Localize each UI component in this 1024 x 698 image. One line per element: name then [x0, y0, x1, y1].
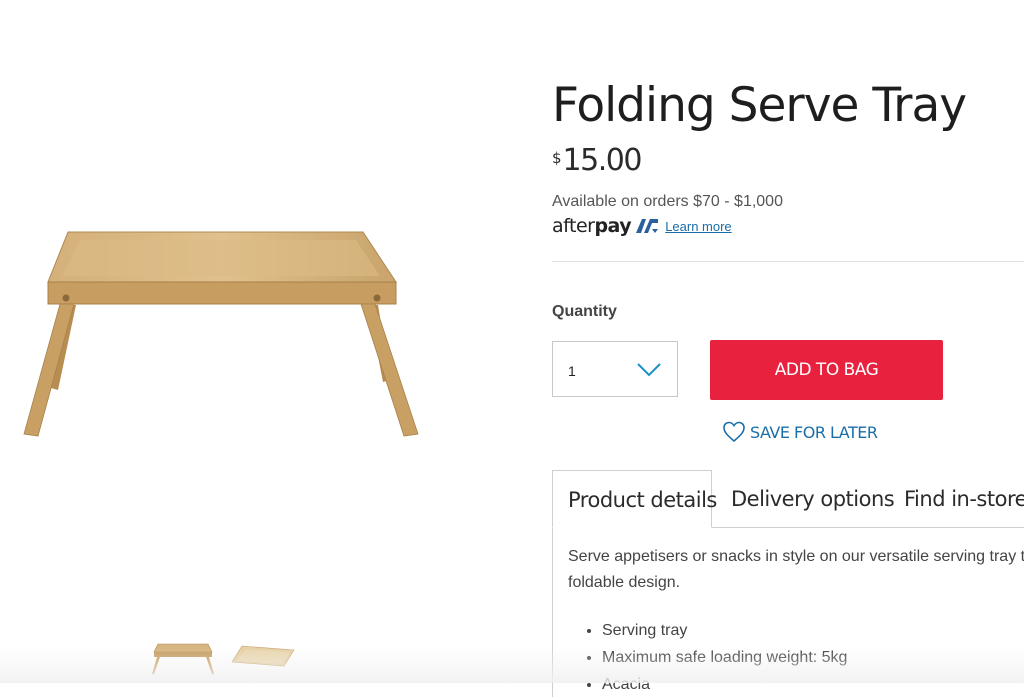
price-value: 15.00	[562, 143, 643, 178]
product-gallery	[0, 0, 520, 683]
currency-symbol: $	[552, 149, 562, 167]
product-title: Folding Serve Tray	[552, 78, 967, 133]
tab-product-details[interactable]: Product details	[552, 470, 717, 528]
tab-delivery-options[interactable]: Delivery options	[731, 470, 895, 528]
quantity-select[interactable]: 1	[552, 341, 678, 397]
thumbnail-folded[interactable]	[230, 636, 296, 680]
product-tabs: Product details Delivery options Find in…	[552, 470, 1024, 528]
afterpay-availability: Available on orders $70 - $1,000	[552, 193, 783, 210]
afterpay-learn-more-link[interactable]: Learn more	[665, 219, 731, 234]
save-for-later-label: SAVE FOR LATER	[750, 422, 878, 442]
product-info: Folding Serve Tray $15.00 Available on o…	[552, 0, 1024, 697]
afterpay-logo-text: afterpay	[552, 215, 632, 237]
feature-list: Serving tray Maximum safe loading weight…	[568, 617, 847, 698]
chevron-down-icon	[637, 363, 661, 377]
product-details-panel: Serve appetisers or snacks in style on o…	[552, 527, 1024, 697]
afterpay-row: afterpay Learn more	[552, 215, 732, 237]
tab-find-in-store[interactable]: Find in-store	[904, 470, 1024, 528]
list-item: Acacia	[602, 671, 847, 698]
add-to-bag-button[interactable]: ADD TO BAG	[710, 340, 943, 400]
list-item: Serving tray	[602, 617, 847, 644]
heart-icon	[723, 421, 745, 443]
thumbnail-standing[interactable]	[150, 636, 216, 680]
save-for-later-button[interactable]: SAVE FOR LATER	[722, 420, 878, 444]
product-price: $15.00	[552, 143, 643, 178]
quantity-label: Quantity	[552, 303, 617, 320]
thumbnail-strip	[150, 636, 296, 680]
afterpay-arrows-icon	[636, 219, 659, 233]
product-description: Serve appetisers or snacks in style on o…	[568, 548, 1024, 591]
section-divider	[552, 261, 1024, 262]
list-item: Maximum safe loading weight: 5kg	[602, 644, 847, 671]
quantity-selected-value: 1	[568, 363, 576, 379]
product-main-image[interactable]	[18, 220, 428, 445]
